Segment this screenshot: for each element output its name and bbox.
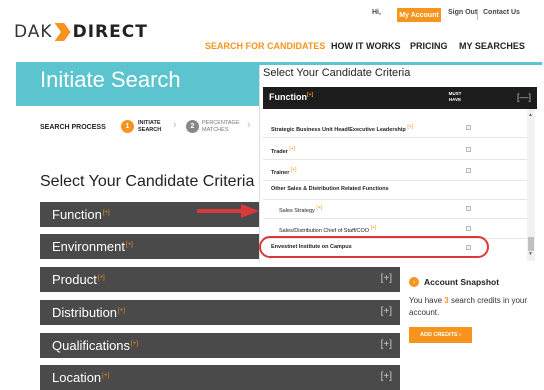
panel-function-header[interactable]: Function[+] MUST HAVE [—]: [263, 87, 537, 109]
must-have-checkbox[interactable]: [466, 226, 471, 231]
info-star-icon[interactable]: [+]: [316, 205, 322, 211]
dak-direct-logo[interactable]: DAK DIRECT: [14, 20, 148, 44]
step-chevron-icon: ›: [247, 119, 251, 131]
must-have-checkbox[interactable]: [466, 147, 471, 152]
option-group-header: Other Sales & Distribution Related Funct…: [263, 180, 527, 200]
nav-pricing[interactable]: PRICING: [410, 41, 448, 55]
option-group-label: Other Sales & Distribution Related Funct…: [271, 186, 389, 192]
option-row[interactable]: Trader [+]: [263, 140, 527, 160]
expand-icon[interactable]: [+]: [381, 273, 392, 284]
step-1-badge: 1: [121, 120, 134, 133]
page-title: Initiate Search: [40, 67, 181, 92]
option-label: Trader [+]: [271, 146, 296, 155]
account-snapshot-title: Account Snapshot: [424, 277, 500, 287]
red-arrow-annotation: [197, 204, 259, 218]
info-star-icon[interactable]: [+]: [118, 308, 125, 314]
highlight-ellipse-annotation: [259, 236, 489, 258]
greeting-text: Hi,: [372, 9, 381, 16]
search-process-label: SEARCH PROCESS: [40, 124, 106, 131]
option-label: Sales/Distribution Chief of Staff/COO [+…: [279, 225, 377, 234]
logo-text-left: DAK: [14, 22, 53, 42]
expand-icon[interactable]: [+]: [381, 371, 392, 382]
info-star-icon[interactable]: [+]: [98, 275, 105, 281]
chevron-circle-icon: ›: [409, 277, 419, 287]
credits-text: You have 3 search credits in your accoun…: [409, 296, 528, 317]
criteria-row-location[interactable]: Location[+] [+]: [40, 365, 400, 390]
criteria-heading: Select Your Candidate Criteria: [40, 173, 255, 190]
scroll-down-icon[interactable]: ▼: [528, 251, 533, 257]
info-star-icon[interactable]: [+]: [126, 242, 133, 248]
criteria-row-label: Environment[+]: [52, 239, 133, 254]
panel-title: Select Your Candidate Criteria: [263, 67, 411, 79]
option-row[interactable]: Strategic Business Unit Head/Executive L…: [263, 118, 527, 138]
must-have-column-label: MUST HAVE: [448, 91, 462, 102]
option-row[interactable]: Trainer [+]: [263, 161, 527, 181]
expand-icon[interactable]: [+]: [381, 306, 392, 317]
info-star-icon[interactable]: [+]: [307, 92, 313, 98]
nav-my-searches[interactable]: MY SEARCHES: [459, 41, 525, 55]
scroll-up-icon[interactable]: ▲: [528, 112, 533, 118]
step-2-label: PERCENTAGE MATCHES: [202, 120, 240, 133]
step-2-badge: 2: [186, 120, 199, 133]
expand-icon[interactable]: [+]: [381, 339, 392, 350]
nav-how-it-works[interactable]: HOW IT WORKS: [331, 41, 401, 55]
info-star-icon[interactable]: [+]: [371, 225, 377, 231]
logo-text-right: DIRECT: [72, 22, 148, 42]
must-have-checkbox[interactable]: [466, 206, 471, 211]
option-row[interactable]: Sales Strategy [+]: [263, 199, 527, 219]
panel-header-label: Function[+]: [269, 92, 314, 102]
add-credits-button[interactable]: ADD CREDITS ›: [409, 327, 472, 343]
info-star-icon[interactable]: [+]: [131, 341, 138, 347]
collapse-icon[interactable]: [—]: [517, 92, 531, 102]
option-label: Trainer [+]: [271, 167, 297, 176]
contact-us-link[interactable]: Contact Us: [483, 9, 520, 23]
criteria-row-label: Qualifications[+]: [52, 338, 138, 353]
criteria-row-qualifications[interactable]: Qualifications[+] [+]: [40, 333, 400, 358]
logo-chevron-icon: [54, 23, 71, 41]
scrollbar-thumb[interactable]: [528, 237, 534, 251]
criteria-row-label: Product[+]: [52, 272, 105, 287]
criteria-row-distribution[interactable]: Distribution[+] [+]: [40, 300, 400, 325]
info-star-icon[interactable]: [+]: [407, 124, 413, 130]
must-have-checkbox[interactable]: [466, 125, 471, 130]
topbar-divider: [477, 9, 478, 20]
my-account-button[interactable]: My Account: [397, 8, 441, 22]
step-chevron-icon: ›: [173, 119, 177, 131]
criteria-row-product[interactable]: Product[+] [+]: [40, 267, 400, 292]
option-label: Strategic Business Unit Head/Executive L…: [271, 124, 414, 133]
nav-search-for-candidates[interactable]: SEARCH FOR CANDIDATES: [205, 41, 325, 55]
option-label: Sales Strategy [+]: [279, 205, 323, 214]
criteria-row-label: Location[+]: [52, 370, 109, 385]
info-star-icon[interactable]: [+]: [291, 167, 297, 173]
criteria-row-label: Distribution[+]: [52, 305, 125, 320]
step-1-label: INITIATE SEARCH: [138, 120, 162, 133]
info-star-icon[interactable]: [+]: [103, 210, 110, 216]
criteria-row-label: Function[+]: [52, 207, 110, 222]
info-star-icon[interactable]: [+]: [289, 146, 295, 152]
info-star-icon[interactable]: [+]: [102, 373, 109, 379]
sign-out-link[interactable]: Sign Out: [448, 9, 477, 23]
must-have-checkbox[interactable]: [466, 168, 471, 173]
